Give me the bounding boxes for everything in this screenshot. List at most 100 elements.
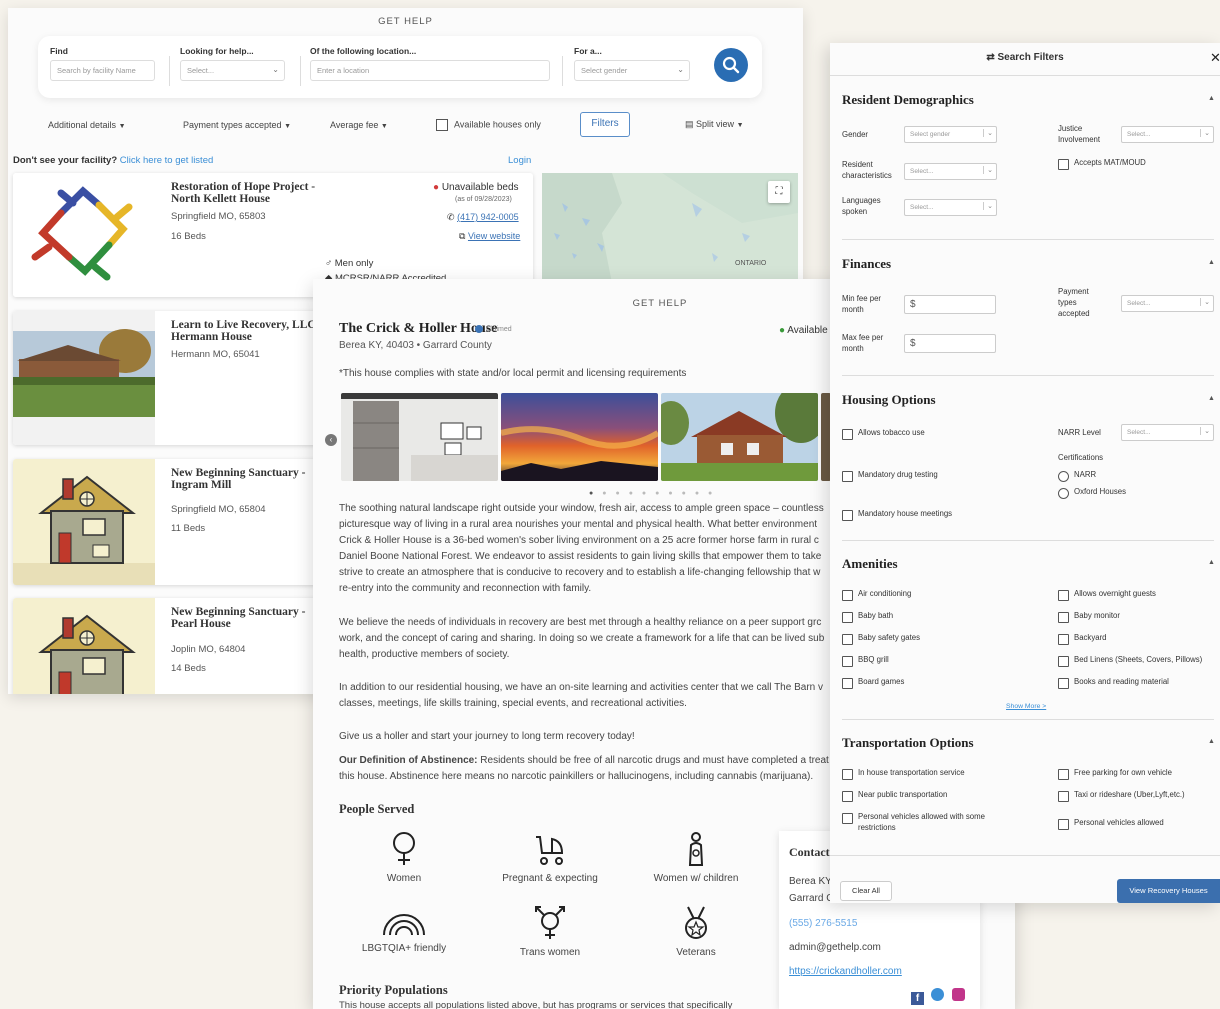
- facility-phone[interactable]: ✆ (417) 942-0005: [447, 212, 519, 223]
- transport-label: Free parking for own vehicle: [1074, 768, 1172, 777]
- tobacco-checkbox[interactable]: [842, 429, 853, 440]
- amenity-checkbox[interactable]: [1058, 590, 1069, 601]
- accepts-mat-label: Accepts MAT/MOUD: [1074, 158, 1146, 167]
- show-more-link[interactable]: Show More >: [1006, 703, 1046, 710]
- transport-checkbox[interactable]: [842, 813, 853, 824]
- facility-name-input[interactable]: Search by facility Name: [50, 60, 155, 81]
- filters-button[interactable]: Filters: [580, 112, 630, 137]
- people-served-pregnant: Pregnant & expecting: [485, 831, 615, 884]
- house-photo: [13, 311, 155, 445]
- male-icon: ♂: [325, 258, 333, 269]
- transport-checkbox[interactable]: [842, 769, 853, 780]
- description-paragraph: Give us a holler and start your journey …: [339, 731, 635, 742]
- people-served-lgbtqia: LBGTQIA+ friendly: [339, 905, 469, 954]
- collapse-icon[interactable]: ▲: [1208, 95, 1215, 102]
- chevron-down-icon: ⌄: [677, 65, 684, 74]
- narr-level-select[interactable]: Select... ⌄: [1121, 424, 1214, 441]
- caret-down-icon: ▼: [118, 123, 126, 130]
- help-type-select[interactable]: Select... ⌄: [180, 60, 285, 81]
- additional-details-dropdown[interactable]: Additional details ▼: [48, 120, 126, 130]
- demographics-section-title[interactable]: Resident Demographics: [842, 92, 974, 108]
- transport-checkbox[interactable]: [842, 791, 853, 802]
- close-icon[interactable]: ✕: [1210, 50, 1220, 66]
- min-fee-input[interactable]: $: [904, 295, 996, 314]
- clear-all-button[interactable]: Clear All: [840, 881, 892, 901]
- get-listed-link[interactable]: Click here to get listed: [120, 155, 213, 166]
- amenity-checkbox[interactable]: [1058, 656, 1069, 667]
- finances-section-title[interactable]: Finances: [842, 256, 891, 272]
- transport-checkbox[interactable]: [1058, 769, 1069, 780]
- divider: [830, 855, 1220, 856]
- gallery-photo[interactable]: [661, 393, 818, 481]
- gender-select[interactable]: Select gender ⌄: [574, 60, 690, 81]
- people-served-women: Women: [339, 831, 469, 884]
- contact-email[interactable]: admin@gethelp.com: [789, 942, 881, 953]
- facebook-icon[interactable]: f: [911, 992, 924, 1005]
- search-button[interactable]: [714, 48, 748, 82]
- location-input[interactable]: Enter a location: [310, 60, 550, 81]
- amenity-checkbox[interactable]: [1058, 612, 1069, 623]
- amenity-checkbox[interactable]: [842, 678, 853, 689]
- collapse-icon[interactable]: ▲: [1208, 738, 1215, 745]
- transport-checkbox[interactable]: [1058, 791, 1069, 802]
- fullscreen-icon[interactable]: ⛶: [768, 181, 790, 203]
- transgender-icon: [535, 906, 565, 939]
- gallery-photo[interactable]: [501, 393, 658, 481]
- availability-status: ● Available: [779, 325, 828, 336]
- oxford-radio[interactable]: [1058, 488, 1069, 499]
- gallery-dots[interactable]: ●●●●●●●●●●: [589, 490, 721, 497]
- contact-website-link[interactable]: https://crickandholler.com: [789, 966, 902, 977]
- available-only-checkbox[interactable]: Available houses only: [436, 119, 541, 131]
- facility-photo: [13, 311, 155, 445]
- collapse-icon[interactable]: ▲: [1208, 259, 1215, 266]
- average-fee-dropdown[interactable]: Average fee ▼: [330, 120, 388, 130]
- results-map[interactable]: ONTARIO ⛶: [542, 173, 798, 283]
- instagram-icon[interactable]: [951, 988, 965, 1001]
- collapse-icon[interactable]: ▲: [1208, 559, 1215, 566]
- amenity-checkbox[interactable]: [842, 634, 853, 645]
- transport-section-title[interactable]: Transportation Options: [842, 735, 974, 751]
- collapse-icon[interactable]: ▲: [1208, 395, 1215, 402]
- divider: [842, 719, 1214, 720]
- amenity-checkbox[interactable]: [842, 590, 853, 601]
- contact-phone[interactable]: (555) 276-5515: [789, 918, 857, 929]
- characteristics-select[interactable]: Select... ⌄: [904, 163, 997, 180]
- login-link[interactable]: Login: [508, 155, 531, 166]
- housing-section-title[interactable]: Housing Options: [842, 392, 936, 408]
- status-dot-icon: ●: [779, 325, 786, 336]
- justice-select[interactable]: Select... ⌄: [1121, 126, 1214, 143]
- amenity-checkbox[interactable]: [1058, 634, 1069, 645]
- transport-checkbox[interactable]: [1058, 819, 1069, 830]
- facility-title[interactable]: Learn to Live Recovery, LLC - Hermann Ho…: [171, 319, 331, 343]
- facility-title[interactable]: New Beginning Sanctuary - Ingram Mill: [171, 467, 331, 491]
- max-fee-input[interactable]: $: [904, 334, 996, 353]
- narr-radio[interactable]: [1058, 471, 1069, 482]
- filters-title: ⇄ Search Filters: [986, 52, 1064, 63]
- amenity-checkbox[interactable]: [1058, 678, 1069, 689]
- amenities-section-title[interactable]: Amenities: [842, 556, 898, 572]
- view-recovery-houses-button[interactable]: View Recovery Houses: [1117, 879, 1220, 903]
- facility-title[interactable]: Restoration of Hope Project - North Kell…: [171, 181, 331, 205]
- gender-select[interactable]: Select gender ⌄: [904, 126, 997, 143]
- transport-label: Near public transportation: [858, 790, 948, 799]
- accepts-mat-checkbox[interactable]: [1058, 159, 1069, 170]
- chevron-down-icon: ⌄: [983, 202, 993, 210]
- split-view-toggle[interactable]: ▤ Split view ▼: [685, 119, 744, 130]
- gallery-prev-icon[interactable]: ‹: [325, 434, 337, 446]
- availability-status: ● Unavailable beds: [433, 182, 519, 193]
- checkbox[interactable]: [436, 119, 448, 131]
- house-meetings-checkbox[interactable]: [842, 510, 853, 521]
- gallery-photo[interactable]: [341, 393, 498, 481]
- languages-select[interactable]: Select... ⌄: [904, 199, 997, 216]
- status-dot-icon: ●: [433, 182, 440, 193]
- amenity-checkbox[interactable]: [842, 656, 853, 667]
- chevron-down-icon: ⌄: [983, 129, 993, 137]
- twitter-icon[interactable]: [931, 988, 945, 1001]
- facility-title[interactable]: New Beginning Sanctuary - Pearl House: [171, 606, 331, 630]
- social-links: f: [911, 988, 965, 1006]
- drug-testing-checkbox[interactable]: [842, 471, 853, 482]
- view-website-link[interactable]: ⧉ View website: [459, 231, 520, 242]
- amenity-checkbox[interactable]: [842, 612, 853, 623]
- payment-types-dropdown[interactable]: Payment types accepted ▼: [183, 120, 291, 130]
- payment-types-select[interactable]: Select... ⌄: [1121, 295, 1214, 312]
